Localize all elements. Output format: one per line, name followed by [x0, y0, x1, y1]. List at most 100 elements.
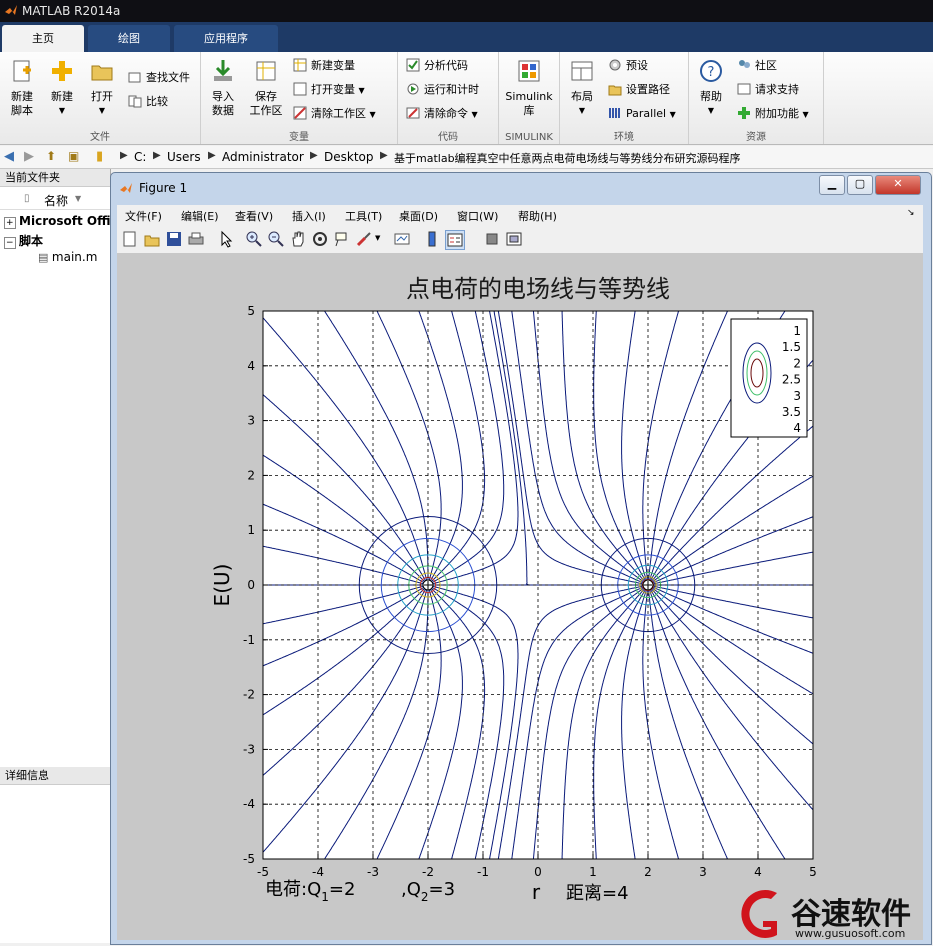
charge2-annotation: ,Q2=3 [401, 879, 455, 904]
distance-annotation: 距离=4 [566, 883, 629, 904]
tab-apps[interactable]: 应用程序 [174, 25, 278, 52]
q1-subscript: 1 [321, 890, 329, 904]
dock-arrow-icon[interactable]: ↘ [907, 208, 915, 218]
tab-home[interactable]: 主页 [2, 25, 84, 52]
analyze-code-button[interactable]: 分析代码 [406, 56, 468, 76]
legend-entry: 3 [793, 389, 801, 403]
q1-value: =2 [329, 879, 356, 900]
community-button[interactable]: 社区 [737, 56, 777, 76]
breadcrumb-c[interactable]: C: [134, 150, 146, 164]
simulink-library-button[interactable]: Simulink 库 [503, 58, 555, 118]
expand-icon[interactable]: + [4, 217, 16, 229]
back-arrow-icon[interactable]: ◀ [4, 149, 14, 164]
x-tick-label: -5 [257, 865, 269, 879]
minimize-button[interactable]: ▁ [819, 175, 845, 195]
parallel-button[interactable]: Parallel ▼ [608, 104, 676, 124]
ribbon-section-variable: 导入 数据 保存 工作区 新建变量 打开变量 ▼ 清除工作区 ▼ 变量 [201, 52, 398, 144]
breadcrumb-desktop[interactable]: Desktop [324, 150, 374, 164]
parallel-label: Parallel [626, 107, 667, 120]
find-files-button[interactable]: 查找文件 [128, 68, 190, 88]
rotate-3d-icon[interactable] [311, 230, 329, 248]
chevron-down-icon: ▼ [98, 106, 106, 115]
compare-button[interactable]: 比较 [128, 92, 168, 112]
legend[interactable]: 1 1.5 2 2.5 3 3.5 4 [730, 318, 808, 438]
chevron-down-icon: ▼ [707, 106, 715, 115]
open-file-icon[interactable] [143, 230, 161, 248]
menu-insert[interactable]: 插入(I) [292, 208, 326, 224]
request-support-button[interactable]: 请求支持 [737, 80, 799, 100]
simulink-library-label: Simulink 库 [505, 90, 553, 117]
legend-icon[interactable] [445, 230, 465, 250]
menu-view[interactable]: 查看(V) [235, 208, 273, 224]
open-variable-button[interactable]: 打开变量 ▼ [293, 80, 365, 100]
show-plot-tools-icon[interactable] [505, 230, 523, 248]
chart-title: 点电荷的电场线与等势线 [406, 275, 670, 303]
new-variable-button[interactable]: 新建变量 [293, 56, 355, 76]
collapse-icon[interactable]: − [4, 237, 16, 249]
menu-file[interactable]: 文件(F) [125, 208, 162, 224]
folder-item-scripts[interactable]: − 脚本 [4, 232, 110, 249]
menu-window[interactable]: 窗口(W) [457, 208, 498, 224]
import-data-button[interactable]: 导入 数据 [205, 58, 241, 118]
menu-help[interactable]: 帮助(H) [518, 208, 557, 224]
details-panel-title: 详细信息 [0, 767, 110, 785]
print-icon[interactable] [187, 230, 205, 248]
breadcrumb-administrator[interactable]: Administrator [222, 150, 304, 164]
section-label-code: 代码 [438, 132, 458, 143]
preferences-button[interactable]: 预设 [608, 56, 648, 76]
menu-edit[interactable]: 编辑(E) [181, 208, 219, 224]
name-column-header[interactable]: 名称 [44, 192, 68, 209]
layout-button[interactable]: 布局 ▼ [564, 58, 600, 118]
forward-arrow-icon[interactable]: ▶ [24, 149, 34, 164]
clear-commands-label: 清除命令 [424, 107, 468, 120]
set-path-button[interactable]: 设置路径 [608, 80, 670, 100]
y-tick-label: -3 [243, 742, 255, 756]
clear-commands-button[interactable]: 清除命令 ▼ [406, 104, 478, 124]
brush-icon[interactable] [355, 230, 373, 248]
pointer-arrow-icon[interactable] [217, 230, 235, 248]
maximize-button[interactable]: ▢ [847, 175, 873, 195]
save-workspace-button[interactable]: 保存 工作区 [245, 58, 287, 118]
chevron-down-icon: ▼ [669, 110, 676, 119]
compare-label: 比较 [146, 95, 168, 108]
up-folder-icon[interactable]: ⬆ [46, 149, 56, 163]
zoom-out-icon[interactable] [267, 230, 285, 248]
link-plot-icon[interactable] [393, 230, 411, 248]
sort-chevron-icon[interactable]: ▼ [75, 194, 81, 203]
new-button[interactable]: 新建 ▼ [44, 58, 80, 118]
close-button[interactable]: ✕ [875, 175, 921, 195]
breadcrumb-users[interactable]: Users [167, 150, 201, 164]
browse-folder-icon[interactable]: ▣ [68, 149, 79, 163]
add-ons-button[interactable]: 附加功能 ▼ [737, 104, 809, 124]
chevron-down-icon[interactable]: ▼ [375, 234, 380, 242]
current-folder-title: 当前文件夹 [0, 169, 110, 187]
x-tick-label: 3 [699, 865, 707, 879]
breadcrumb-separator: ▶ [310, 150, 318, 161]
pan-hand-icon[interactable] [289, 230, 307, 248]
new-figure-icon[interactable] [121, 230, 139, 248]
clear-workspace-button[interactable]: 清除工作区 ▼ [293, 104, 376, 124]
file-item-main-m[interactable]: ▤ main.m [38, 250, 110, 266]
save-icon[interactable] [165, 230, 183, 248]
data-cursor-icon[interactable] [333, 230, 351, 248]
menu-tools[interactable]: 工具(T) [345, 208, 382, 224]
section-label-environment: 环境 [614, 132, 634, 143]
compare-icon [128, 95, 142, 108]
parallel-icon [609, 108, 620, 118]
help-button[interactable]: ? 帮助 ▼ [693, 58, 729, 118]
colorbar-icon[interactable] [423, 230, 441, 248]
folder-item-microsoft-office[interactable]: + Microsoft Offic [4, 214, 110, 230]
menu-desktop[interactable]: 桌面(D) [399, 208, 438, 224]
open-label: 打开 [91, 90, 113, 103]
breadcrumb-project-folder[interactable]: 基于matlab编程真空中任意两点电荷电场线与等势线分布研究源码程序 [394, 150, 741, 166]
run-and-time-button[interactable]: 运行和计时 [406, 80, 479, 100]
zoom-in-icon[interactable] [245, 230, 263, 248]
app-title: MATLAB R2014a [22, 4, 121, 18]
open-button[interactable]: 打开 ▼ [84, 58, 120, 118]
tab-plots[interactable]: 绘图 [88, 25, 170, 52]
y-tick-label: 3 [247, 414, 255, 428]
x-axis-label: r [532, 880, 541, 904]
hide-plot-tools-icon[interactable] [483, 230, 501, 248]
watermark-url: www.gusuosoft.com [795, 927, 906, 940]
new-script-button[interactable]: 新建 脚本 [4, 58, 40, 118]
